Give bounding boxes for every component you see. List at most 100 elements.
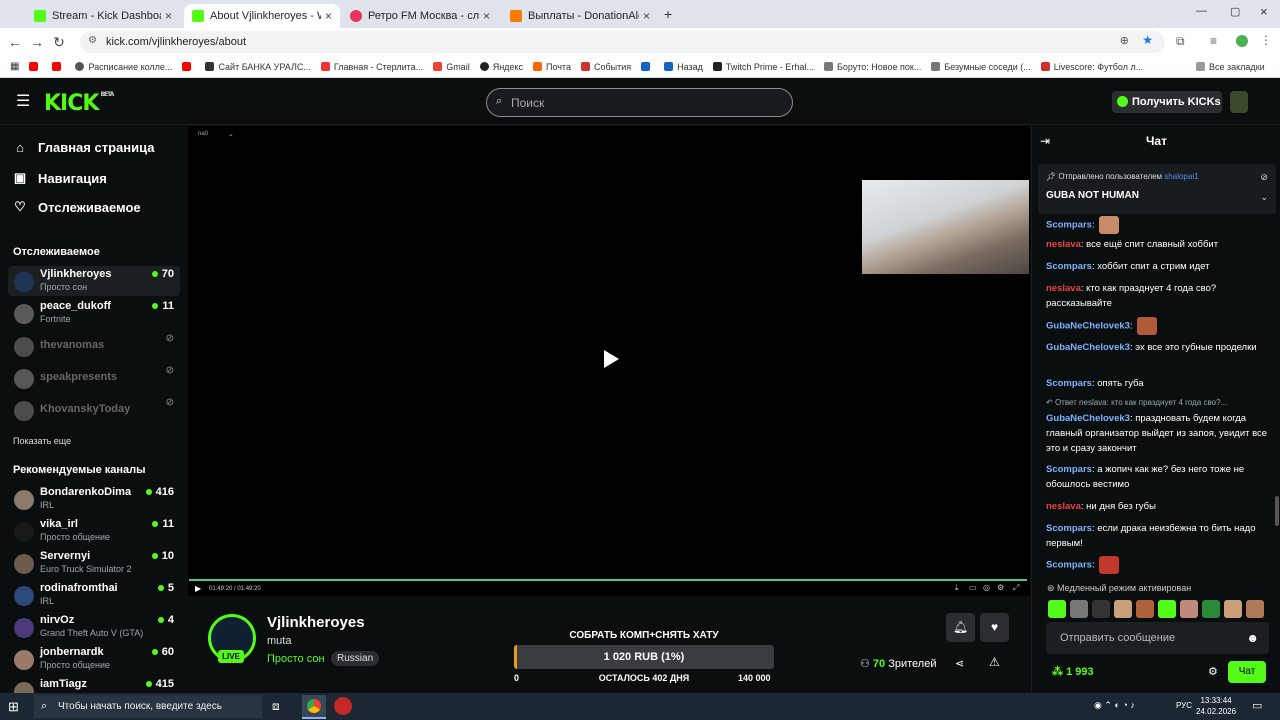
nav-browse[interactable]: ▣ Навигация (12, 170, 107, 186)
tray-icons[interactable]: ◉ ⌃ ◐ ◔ ♪ (1094, 700, 1135, 711)
bookmark-item[interactable]: Боруто: Новое пок... (823, 62, 921, 72)
app-taskbar-icon[interactable] (334, 697, 352, 715)
streamer-name[interactable]: Vjlinkheroyes (267, 614, 365, 631)
site-info-icon[interactable]: ⚙ (88, 35, 97, 46)
chat-message-input[interactable]: Отправить сообщение ☻ (1046, 622, 1269, 654)
emote[interactable] (1114, 600, 1132, 618)
emote[interactable] (1224, 600, 1242, 618)
bookmark-item[interactable]: События (580, 62, 631, 72)
nav-home[interactable]: ⌂ Главная страница (12, 140, 154, 155)
chevron-down-icon[interactable]: ⌄ (228, 130, 234, 138)
reload-icon[interactable]: ↻ (48, 34, 70, 51)
maximize-button[interactable]: ▢ (1230, 5, 1240, 18)
all-bookmarks[interactable]: Все закладки (1196, 62, 1265, 72)
back-arrow-icon[interactable]: ← (4, 34, 26, 50)
follow-button[interactable]: ♥ (980, 613, 1009, 642)
notifications-icon[interactable]: ▭ (1252, 699, 1262, 712)
bookmark-item[interactable]: Livescore: Футбол л... (1040, 62, 1143, 72)
language-tag[interactable]: Russian (331, 651, 380, 666)
settings-icon[interactable]: ⚙ (997, 583, 1004, 592)
following-channel-vjlinkheroyes[interactable]: Vjlinkheroyes Просто сон 70 (8, 266, 180, 296)
apps-grid-icon[interactable]: ▦ (10, 61, 19, 72)
emote[interactable] (1202, 600, 1220, 618)
search-input[interactable]: ⌕ Поиск (486, 88, 793, 117)
fullscreen-icon[interactable]: ⤢ (1013, 583, 1019, 593)
emote[interactable] (1158, 600, 1176, 618)
bookmark-item[interactable]: Назад (664, 62, 703, 72)
zoom-icon[interactable]: ⊕ (1120, 34, 1129, 47)
reading-list-icon[interactable]: ≡ (1210, 34, 1217, 48)
pip-icon[interactable]: ▭ (969, 583, 977, 592)
youtube-bookmark-icon[interactable] (29, 62, 42, 71)
emote[interactable] (1180, 600, 1198, 618)
bookmark-item[interactable]: Безумные соседи (... (931, 62, 1031, 72)
emoji-picker-icon[interactable]: ☻ (1246, 622, 1259, 654)
bookmark-item[interactable]: Главная - Стерлита... (320, 62, 423, 72)
browser-tab-4[interactable]: Выплаты - DonationAlerts× (502, 4, 658, 28)
play-icon[interactable] (604, 350, 619, 368)
following-channel-speakpresents[interactable]: speakpresents ⊘ (8, 363, 180, 393)
window-close-button[interactable]: × (1260, 4, 1268, 19)
browser-tab-1[interactable]: Stream - Kick Dashboard× (26, 4, 180, 28)
user-avatar[interactable] (1230, 91, 1248, 113)
extensions-icon[interactable]: ⧉ (1176, 34, 1185, 49)
bookmark-item[interactable]: Gmail (433, 62, 470, 72)
share-icon[interactable]: ⋖ (955, 657, 964, 670)
following-channel-peace-dukoff[interactable]: peace_dukoff Fortnite 11 (8, 298, 180, 328)
reply-reference[interactable]: ↶ Ответ neslava: кто как празднует 4 год… (1046, 398, 1227, 407)
new-tab-button[interactable]: + (664, 6, 672, 22)
close-tab-icon[interactable]: × (483, 9, 490, 23)
close-tab-icon[interactable]: × (165, 9, 172, 23)
chevron-down-icon[interactable]: ⌄ (1260, 192, 1268, 203)
windows-start-icon[interactable]: ⊞ (8, 699, 19, 715)
forward-arrow-icon[interactable]: → (26, 34, 48, 50)
recommended-channel-nirvoz[interactable]: nirvOz Grand Theft Auto V (GTA) 4 (8, 612, 180, 642)
youtube-bookmark-icon[interactable] (182, 62, 195, 71)
close-tab-icon[interactable]: × (325, 9, 332, 23)
download-icon[interactable]: ⤓ (955, 583, 959, 593)
kick-logo[interactable]: KICK BETA (44, 91, 114, 116)
hamburger-menu-icon[interactable]: ☰ (16, 91, 30, 111)
chat-settings-gear-icon[interactable]: ⚙ (1208, 665, 1218, 678)
play-small-icon[interactable]: ▶ (195, 584, 201, 593)
recommended-channel-jonbernardk[interactable]: jonbernardk Просто общение 60 (8, 644, 180, 674)
chat-send-button[interactable]: Чат (1228, 661, 1266, 683)
profile-avatar[interactable] (1236, 35, 1248, 47)
following-channel-thevanomas[interactable]: thevanomas ⊘ (8, 331, 180, 361)
browser-tab-2[interactable]: About Vjlinkheroyes - Watc× (184, 4, 340, 28)
recommended-channel-iamtiagz[interactable]: iamTiagz 415 (8, 676, 180, 693)
channel-points[interactable]: ⁂ 1 993 (1052, 665, 1094, 678)
bookmark-item[interactable]: Twitch Prime - Erhal... (712, 62, 814, 72)
following-channel-khovanskytoday[interactable]: KhovanskyToday ⊘ (8, 395, 180, 425)
close-tab-icon[interactable]: × (643, 9, 650, 23)
minimize-button[interactable]: — (1196, 5, 1207, 17)
emote[interactable] (1136, 600, 1154, 618)
get-kicks-button[interactable]: Получить KICKs (1112, 91, 1222, 113)
notification-bell-button[interactable]: 🔔︎ (946, 613, 975, 642)
chat-scrollbar[interactable] (1275, 496, 1279, 526)
taskbar-search-input[interactable]: ⌕ Чтобы начать поиск, введите здесь (34, 695, 262, 718)
emote[interactable] (1070, 600, 1088, 618)
bookmark-star-icon[interactable]: ★ (1142, 33, 1153, 47)
youtube-bookmark-icon[interactable] (52, 62, 65, 71)
recommended-channel-bondarenkodima[interactable]: BondarenkoDima IRL 416 (8, 484, 180, 514)
chrome-taskbar-icon[interactable] (302, 695, 326, 719)
more-menu-icon[interactable]: ⋮ (1260, 33, 1272, 47)
bookmark-item[interactable]: Яндекс (479, 62, 523, 72)
bookmark-item[interactable] (641, 62, 654, 71)
recommended-channel-servernyi[interactable]: Servernyi Euro Truck Simulator 2 10 (8, 548, 180, 578)
report-warning-icon[interactable]: ⚠ (989, 655, 1000, 669)
nav-following[interactable]: ♡ Отслеживаемое (12, 199, 140, 215)
emote[interactable] (1048, 600, 1066, 618)
clock[interactable]: 13:33:44 24.02.2026 (1196, 695, 1236, 717)
language-indicator[interactable]: РУС (1176, 701, 1192, 710)
task-view-icon[interactable]: ⧈ (272, 699, 280, 714)
stream-category[interactable]: Просто сон (267, 653, 325, 665)
emote[interactable] (1092, 600, 1110, 618)
bookmark-item[interactable]: Сайт БАНКА УРАЛС... (205, 62, 311, 72)
video-progress-bar[interactable] (189, 579, 1027, 581)
unpin-icon[interactable]: ⊘ (1260, 172, 1268, 183)
recommended-channel-vika-irl[interactable]: vika_irl Просто общение 11 (8, 516, 180, 546)
address-bar[interactable]: ⚙ kick.com/vjlinkheroyes/about ⊕ ★ (80, 31, 1165, 53)
bookmark-item[interactable]: Расписание колле... (75, 62, 172, 72)
